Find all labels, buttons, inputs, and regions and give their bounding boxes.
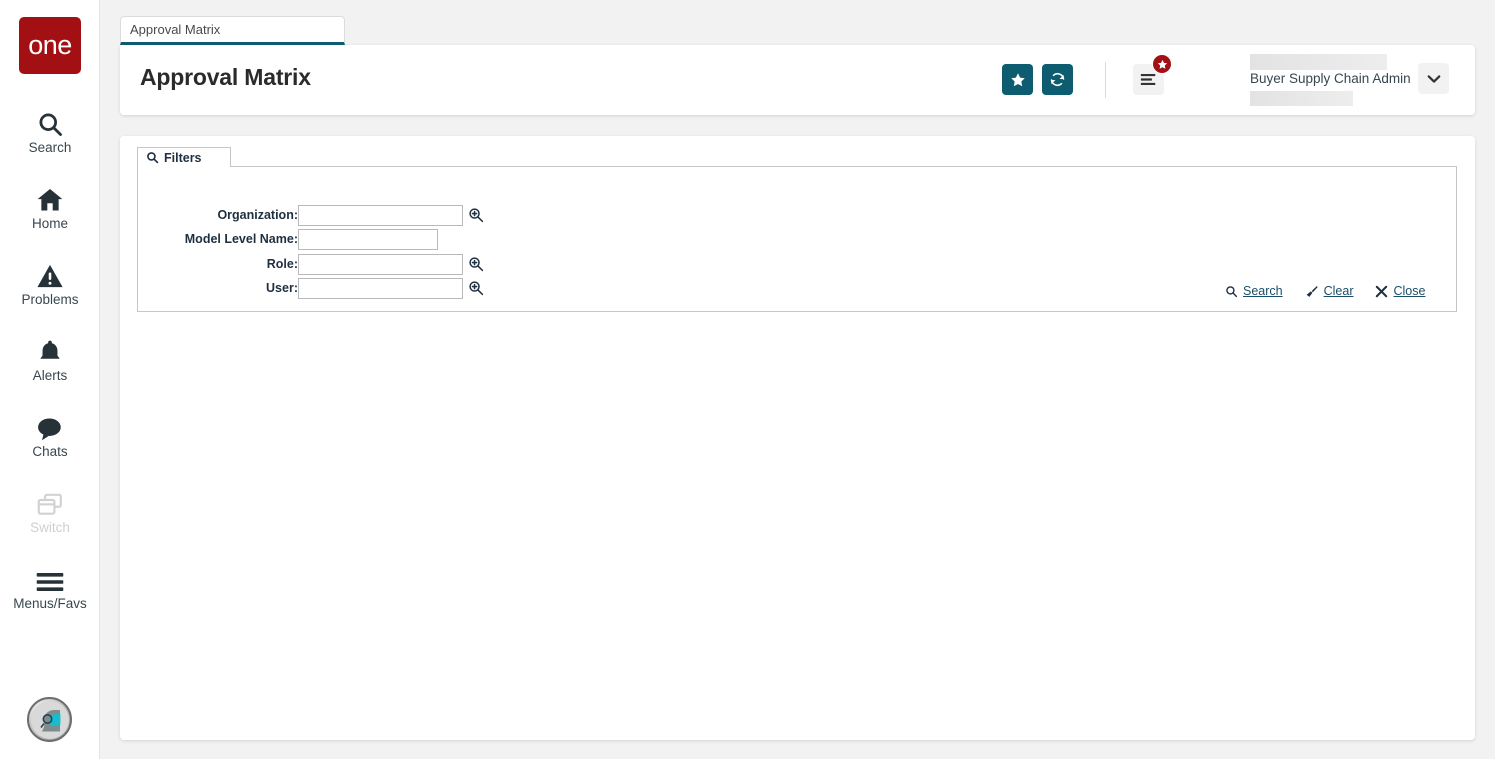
switch-windows-icon xyxy=(35,484,65,518)
role-lookup-button[interactable] xyxy=(467,255,485,273)
close-action-label: Close xyxy=(1393,284,1425,298)
user-input[interactable] xyxy=(298,278,463,299)
filter-row-organization: Organization: xyxy=(138,205,298,227)
sidebar-item-switch[interactable]: Switch xyxy=(0,484,100,536)
sidebar-item-search[interactable]: Search xyxy=(0,104,100,156)
search-plus-icon xyxy=(468,280,484,296)
sidebar-item-label: Switch xyxy=(30,521,70,536)
organization-lookup-button[interactable] xyxy=(467,206,485,224)
favorite-button[interactable] xyxy=(1002,64,1033,95)
user-role-label: Buyer Supply Chain Admin xyxy=(1250,71,1411,86)
field-label: Model Level Name: xyxy=(185,232,298,246)
field-label: Role: xyxy=(267,257,298,271)
bell-icon xyxy=(36,332,64,366)
search-action[interactable]: Search xyxy=(1225,284,1283,298)
menu-badge[interactable] xyxy=(1152,54,1172,74)
browser-tab-approval-matrix[interactable]: Approval Matrix xyxy=(120,16,345,45)
search-icon xyxy=(146,151,159,164)
filter-row-user: User: xyxy=(138,278,298,300)
sidebar-item-chats[interactable]: Chats xyxy=(0,408,100,460)
user-lookup-button[interactable] xyxy=(467,279,485,297)
page-title: Approval Matrix xyxy=(140,64,311,91)
redacted-user-org xyxy=(1250,91,1353,106)
app-logo[interactable]: one xyxy=(19,17,81,74)
sidebar-item-problems[interactable]: Problems xyxy=(0,256,100,308)
sidebar-item-label: Chats xyxy=(32,445,67,460)
search-action-label: Search xyxy=(1243,284,1283,298)
redacted-user-name xyxy=(1250,54,1387,70)
sidebar-item-label: Menus/Favs xyxy=(13,597,87,612)
close-action[interactable]: Close xyxy=(1375,284,1425,298)
search-icon xyxy=(1225,285,1238,298)
content-card: Filters Organization: Model Level Name: … xyxy=(120,136,1475,740)
page-header: Approval Matrix Buyer Supply Chain Admin xyxy=(120,45,1475,115)
field-label: User: xyxy=(266,281,298,295)
sidebar-item-label: Home xyxy=(32,217,68,232)
search-plus-icon xyxy=(468,256,484,272)
sidebar-item-label: Problems xyxy=(21,293,78,308)
filter-row-model-level-name: Model Level Name: xyxy=(138,229,298,251)
clear-action[interactable]: Clear xyxy=(1305,284,1354,298)
star-icon xyxy=(1010,72,1026,88)
header-divider xyxy=(1105,62,1106,98)
filter-actions: Search Clear Close xyxy=(1225,284,1425,298)
filters-tab-label: Filters xyxy=(164,151,202,165)
filter-row-role: Role: xyxy=(138,254,298,276)
chat-bubble-icon xyxy=(35,408,65,442)
role-input[interactable] xyxy=(298,254,463,275)
sidebar-item-label: Search xyxy=(29,141,72,156)
sidebar-item-label: Alerts xyxy=(33,369,68,384)
left-sidebar: one Search Home Problems xyxy=(0,0,100,759)
refresh-icon xyxy=(1049,71,1066,88)
broom-icon xyxy=(1305,285,1319,298)
close-x-icon xyxy=(1375,285,1388,298)
star-badge-icon xyxy=(1157,59,1168,70)
hamburger-icon xyxy=(1140,72,1157,87)
user-dropdown-button[interactable] xyxy=(1418,63,1449,94)
refresh-button[interactable] xyxy=(1042,64,1073,95)
filters-tab[interactable]: Filters xyxy=(137,147,231,167)
assistant-avatar-icon[interactable] xyxy=(27,697,72,742)
search-plus-icon xyxy=(468,207,484,223)
home-icon xyxy=(35,180,65,214)
clear-action-label: Clear xyxy=(1324,284,1354,298)
search-icon xyxy=(36,104,64,138)
sidebar-item-menus-favs[interactable]: Menus/Favs xyxy=(0,560,100,612)
hamburger-icon xyxy=(35,560,65,594)
warning-triangle-icon xyxy=(35,256,65,290)
sidebar-item-alerts[interactable]: Alerts xyxy=(0,332,100,384)
field-label: Organization: xyxy=(217,208,298,222)
app-logo-text: one xyxy=(28,32,72,59)
chevron-down-icon xyxy=(1427,74,1441,84)
tab-label: Approval Matrix xyxy=(130,22,220,37)
sidebar-item-home[interactable]: Home xyxy=(0,180,100,232)
model-level-name-input[interactable] xyxy=(298,229,438,250)
user-info-block[interactable]: Buyer Supply Chain Admin xyxy=(1250,51,1425,109)
organization-input[interactable] xyxy=(298,205,463,226)
